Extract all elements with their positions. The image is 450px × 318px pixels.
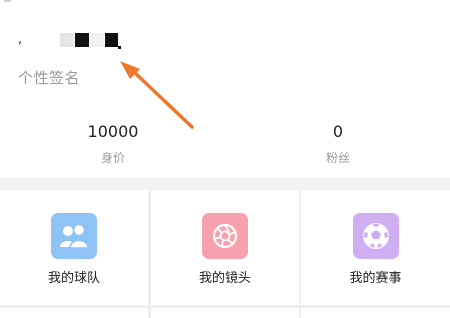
section-divider bbox=[0, 178, 450, 190]
menu-row-2-cell bbox=[151, 308, 299, 318]
menu-item-my-shots[interactable]: 我的镜头 bbox=[151, 190, 299, 305]
stat-net-worth[interactable]: 10000 身价 bbox=[33, 121, 193, 166]
redacted-block-5 bbox=[118, 46, 121, 49]
stat-fans[interactable]: 0 粉丝 bbox=[258, 121, 418, 166]
menu-row-2-cell bbox=[301, 308, 450, 318]
menu-row-2-cell bbox=[0, 308, 148, 318]
menu-grid: 我的球队 我的镜头 我的赛事 bbox=[0, 190, 450, 318]
redacted-block-4 bbox=[105, 33, 118, 47]
menu-item-label: 我的镜头 bbox=[198, 271, 251, 286]
redacted-block-3 bbox=[90, 33, 104, 47]
redacted-block-1 bbox=[60, 33, 74, 47]
profile-header: , 个性签名 10000 身价 0 粉丝 bbox=[0, 0, 450, 178]
stat-fans-label: 粉丝 bbox=[325, 151, 350, 165]
partial-glyph bbox=[4, 0, 11, 2]
menu-item-my-events[interactable]: 我的赛事 bbox=[301, 190, 450, 305]
stat-fans-value: 0 bbox=[332, 122, 344, 141]
user-name: , bbox=[18, 30, 138, 50]
redacted-block-2 bbox=[75, 33, 89, 47]
camera-aperture-icon bbox=[202, 213, 248, 259]
name-prefix: , bbox=[18, 32, 23, 47]
stat-net-worth-value: 10000 bbox=[87, 122, 139, 141]
menu-item-label: 我的球队 bbox=[47, 271, 100, 286]
soccer-ball-icon bbox=[352, 213, 399, 259]
menu-item-my-team[interactable]: 我的球队 bbox=[0, 190, 148, 305]
menu-item-label: 我的赛事 bbox=[349, 271, 402, 286]
stat-net-worth-label: 身价 bbox=[100, 151, 125, 165]
team-icon bbox=[51, 213, 97, 259]
signature-text[interactable]: 个性签名 bbox=[18, 67, 80, 88]
